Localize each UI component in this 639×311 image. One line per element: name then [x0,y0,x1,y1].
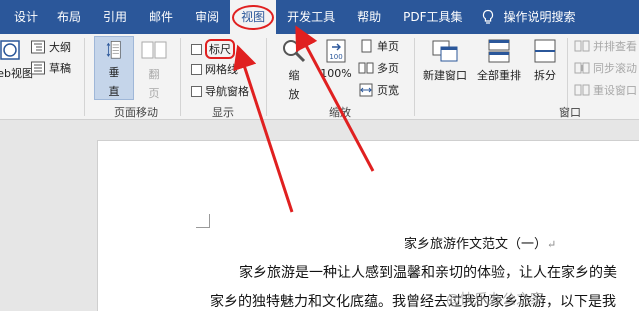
side-label-2: 页 [148,87,160,100]
side-to-side-button[interactable]: 翻 页 [136,39,172,101]
one-page-button[interactable]: 单页 [358,38,399,54]
page-width-label: 页宽 [377,84,399,97]
ribbon-tab-bar: 设计 布局 引用 邮件 审阅 视图 开发工具 帮助 PDF工具集 操作说明搜索 [0,0,639,34]
multiple-pages-button[interactable]: 多页 [358,60,399,76]
multiple-pages-label: 多页 [377,62,399,75]
arrange-all-icon [488,39,510,63]
outline-label: 大纲 [49,41,71,54]
group-label-window: 窗口 [559,106,581,119]
view-side-by-side-button[interactable]: 并排查看 [574,38,637,54]
zoom-label-2: 放 [288,88,300,101]
ruler-checkbox[interactable]: 标尺 [191,39,235,59]
ruler-label: 标尺 [205,39,235,59]
svg-text:100: 100 [329,53,342,61]
sync-scroll-label: 同步滚动 [593,62,637,75]
new-window-label: 新建窗口 [423,69,467,82]
document-paragraph-line[interactable]: 家乡旅游是一种让人感到温馨和亲切的体验，让人在家乡的美 [239,262,617,282]
vertical-page-icon [106,41,121,59]
zoom-label-1: 缩 [288,69,300,82]
split-icon [534,39,556,63]
tab-pdf-tools[interactable]: PDF工具集 [392,0,473,34]
ruler-checkbox-box[interactable] [191,43,202,55]
tab-layout[interactable]: 布局 [46,0,92,34]
zoom-100-button[interactable]: 100 100% [316,38,356,80]
web-layout-button[interactable]: Web视图 [0,38,33,81]
reset-window-label: 重设窗口 [593,84,637,97]
group-label-page-movement: 页面移动 [114,106,158,119]
side-by-side-icon [574,40,590,52]
zoom-button[interactable]: 缩 放 [277,38,311,102]
outline-icon [31,40,45,54]
nav-pane-checkbox-box[interactable] [191,85,202,97]
arrange-all-label: 全部重排 [477,69,521,82]
draft-button[interactable]: 草稿 [30,60,71,76]
one-page-label: 单页 [377,40,399,53]
tab-references[interactable]: 引用 [92,0,138,34]
magnifier-icon [283,40,306,63]
gridlines-checkbox[interactable]: 网格线 [191,61,238,77]
multiple-pages-icon [358,62,374,74]
nav-pane-label: 导航窗格 [205,85,249,98]
gridlines-label: 网格线 [205,63,238,76]
new-window-icon [432,40,458,62]
split-button[interactable]: 拆分 [528,38,562,83]
vertical-label-2: 直 [108,85,120,98]
group-label-zoom: 缩放 [329,106,351,119]
annotation-circle [232,5,275,30]
tab-design[interactable]: 设计 [0,0,46,34]
tab-developer[interactable]: 开发工具 [276,0,346,34]
document-heading-text: 家乡旅游作文范文（一） [404,237,548,252]
side-by-side-page-icon [141,41,167,59]
side-label-1: 翻 [148,68,160,81]
tab-help[interactable]: 帮助 [346,0,392,34]
arrange-all-button[interactable]: 全部重排 [473,38,525,83]
zoom-100-icon: 100 [326,39,346,63]
gridlines-checkbox-box[interactable] [191,63,202,75]
margin-corner-mark [196,214,210,228]
view-side-by-side-label: 并排查看 [593,40,637,53]
one-page-icon [361,39,372,53]
reset-window-position-button[interactable]: 重设窗口 [574,82,637,98]
new-window-button[interactable]: 新建窗口 [419,38,471,83]
sync-scroll-button[interactable]: 同步滚动 [574,60,637,76]
page-width-button[interactable]: 页宽 [358,82,399,98]
vertical-button[interactable]: 垂 直 [94,36,134,100]
outline-button[interactable]: 大纲 [30,39,71,55]
document-paragraph-line[interactable]: 家乡的独特魅力和文化底蕴。我曾经去过我的家乡旅游，以下是我 [210,291,616,311]
tab-mailings[interactable]: 邮件 [138,0,184,34]
sync-scroll-icon [574,62,590,74]
zoom-100-label: 100% [320,67,352,80]
split-label: 拆分 [534,69,556,82]
web-layout-label: Web视图 [0,67,33,80]
reset-window-icon [574,84,590,96]
separator [180,38,181,116]
nav-pane-checkbox[interactable]: 导航窗格 [191,83,249,99]
document-page[interactable] [97,140,639,311]
web-layout-icon [0,40,20,60]
document-heading[interactable]: 家乡旅游作文范文（一）↵ [404,233,556,252]
watermark: @快乐办公之家 [446,292,544,308]
tab-view[interactable]: 视图 [230,0,277,34]
separator [414,38,415,116]
lightbulb-icon [482,9,493,24]
page-width-icon [359,83,373,97]
vertical-label-1: 垂 [108,66,120,79]
separator [266,38,267,116]
ribbon: Web视图 大纲 草稿 垂 直 翻 页 页面移动 [0,34,639,120]
tell-me-search[interactable]: 操作说明搜索 [498,0,584,34]
separator [84,38,85,116]
draft-icon [31,61,45,75]
tab-review[interactable]: 审阅 [184,0,230,34]
paragraph-mark: ↵ [547,238,557,251]
draft-label: 草稿 [49,62,71,75]
group-label-show: 显示 [212,106,234,119]
